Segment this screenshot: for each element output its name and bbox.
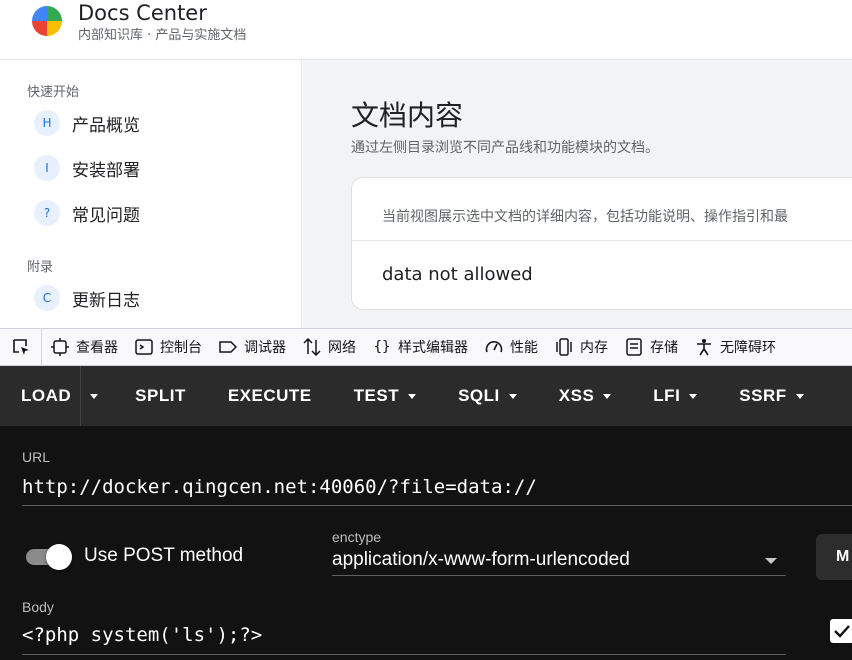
tab-accessibility[interactable]: 无障碍环	[686, 328, 784, 366]
tab-label: 性能	[510, 340, 538, 356]
tab-label: 控制台	[160, 340, 202, 356]
doc-card: 当前视图展示选中文档的详细内容，包括功能说明、操作指引和最 data not a…	[351, 177, 852, 310]
page-description: 通过左侧目录浏览不同产品线和功能模块的文档。	[351, 140, 659, 156]
tab-label: 存储	[650, 340, 678, 356]
modify-header-button[interactable]: M	[816, 534, 852, 580]
url-label: URL	[22, 449, 51, 465]
inspector-icon	[50, 337, 70, 357]
sqli-menu-button[interactable]: SQLI	[437, 366, 538, 426]
sidebar-item-install[interactable]: I 安装部署	[34, 154, 140, 182]
sidebar-section-title: 附录	[27, 260, 54, 275]
xss-menu-label: XSS	[558, 386, 595, 405]
tab-label: 无障碍环	[720, 340, 776, 356]
sidebar-section-title: 快速开始	[27, 85, 80, 100]
use-post-toggle[interactable]	[24, 544, 72, 570]
url-input-underline	[22, 505, 852, 506]
hackbar-form: URL http://docker.qingcen.net:40060/?fil…	[0, 426, 852, 660]
sidebar: 快速开始 H 产品概览 I 安装部署 ? 常见问题 附录 C 更新日志	[0, 60, 302, 328]
checkmark-icon	[834, 625, 850, 638]
tab-memory[interactable]: 内存	[546, 328, 616, 366]
lfi-menu-label: LFI	[653, 386, 681, 405]
sidebar-item-faq[interactable]: ? 常见问题	[34, 199, 140, 227]
debugger-icon	[218, 337, 238, 357]
xss-menu-button[interactable]: XSS	[538, 366, 633, 426]
sidebar-item-overview[interactable]: H 产品概览	[34, 109, 140, 137]
sqli-menu-label: SQLI	[458, 386, 500, 405]
chevron-down-icon	[408, 393, 417, 399]
test-menu-label: TEST	[353, 386, 400, 405]
load-button[interactable]: LOAD	[0, 366, 92, 426]
sidebar-item-label: 常见问题	[72, 205, 140, 226]
checkbox[interactable]	[830, 619, 852, 643]
tab-storage[interactable]: 存储	[616, 328, 686, 366]
network-icon	[302, 337, 322, 357]
sidebar-item-label: 产品概览	[72, 115, 140, 136]
style-editor-icon: {}	[373, 339, 391, 355]
enctype-select[interactable]: application/x-www-form-urlencoded	[332, 549, 630, 571]
tab-label: 调试器	[244, 340, 286, 356]
tab-inspector[interactable]: 查看器	[42, 328, 126, 366]
ssrf-menu-label: SSRF	[739, 386, 787, 405]
lfi-menu-button[interactable]: LFI	[632, 366, 718, 426]
sidebar-item-badge: H	[34, 110, 60, 136]
tab-console[interactable]: 控制台	[126, 328, 210, 366]
app-subtitle: 内部知识库 · 产品与实施文档	[78, 28, 247, 43]
chevron-down-icon	[89, 393, 98, 399]
sidebar-item-badge: I	[34, 155, 60, 181]
accessibility-icon	[694, 337, 714, 357]
chevron-down-icon	[603, 393, 612, 399]
storage-icon	[624, 337, 644, 357]
use-post-label: Use POST method	[84, 545, 244, 566]
body-input-underline	[22, 654, 786, 655]
hackbar-panel: LOAD SPLIT EXECUTE TEST SQLI XSS LFI SSR…	[0, 366, 852, 660]
toggle-thumb	[46, 544, 72, 570]
enctype-label: enctype	[332, 529, 382, 545]
memory-icon	[554, 337, 574, 357]
tab-label: 网络	[328, 340, 356, 356]
console-icon	[134, 337, 154, 357]
sidebar-item-label: 安装部署	[72, 160, 140, 181]
doc-card-body: data not allowed	[382, 264, 533, 285]
element-picker-button[interactable]	[0, 328, 42, 366]
body-input[interactable]: <?php system('ls');?>	[22, 624, 262, 646]
sidebar-item-changelog[interactable]: C 更新日志	[34, 284, 140, 312]
app-title: Docs Center	[78, 1, 207, 25]
tab-network[interactable]: 网络	[294, 328, 364, 366]
hackbar-menu: LOAD SPLIT EXECUTE TEST SQLI XSS LFI SSR…	[0, 366, 852, 426]
chevron-down-icon	[689, 393, 698, 399]
divider	[352, 240, 852, 241]
tab-debugger[interactable]: 调试器	[210, 328, 294, 366]
docs-logo-icon	[32, 6, 62, 36]
tab-label: 查看器	[76, 340, 118, 356]
app-header: Docs Center 内部知识库 · 产品与实施文档	[0, 0, 852, 60]
sidebar-item-label: 更新日志	[72, 290, 140, 311]
sidebar-item-badge: ?	[34, 200, 60, 226]
tab-performance[interactable]: 性能	[476, 328, 546, 366]
chevron-down-icon	[508, 393, 517, 399]
doc-card-intro: 当前视图展示选中文档的详细内容，包括功能说明、操作指引和最	[382, 209, 788, 225]
body-label: Body	[22, 599, 54, 615]
performance-icon	[484, 337, 504, 357]
test-menu-button[interactable]: TEST	[333, 366, 437, 426]
element-picker-icon	[12, 339, 29, 355]
load-dropdown-button[interactable]	[80, 366, 106, 426]
split-button[interactable]: SPLIT	[114, 366, 207, 426]
tab-label: 内存	[580, 340, 608, 356]
ssrf-menu-button[interactable]: SSRF	[718, 366, 824, 426]
tab-label: 样式编辑器	[398, 340, 468, 356]
url-input[interactable]: http://docker.qingcen.net:40060/?file=da…	[22, 476, 537, 498]
page-title: 文档内容	[351, 99, 464, 132]
devtools-toolbar: 查看器 控制台 调试器 网络 {} 样式编辑器 性能 内存 存储 无障碍环	[0, 328, 852, 366]
chevron-down-icon[interactable]	[765, 558, 777, 564]
tab-style-editor[interactable]: {} 样式编辑器	[364, 328, 476, 366]
sidebar-item-badge: C	[34, 285, 60, 311]
execute-button[interactable]: EXECUTE	[207, 366, 333, 426]
main-content: 文档内容 通过左侧目录浏览不同产品线和功能模块的文档。 当前视图展示选中文档的详…	[303, 60, 852, 328]
chevron-down-icon	[795, 393, 804, 399]
screen: Docs Center 内部知识库 · 产品与实施文档 快速开始 H 产品概览 …	[0, 0, 852, 660]
enctype-underline	[332, 575, 786, 576]
